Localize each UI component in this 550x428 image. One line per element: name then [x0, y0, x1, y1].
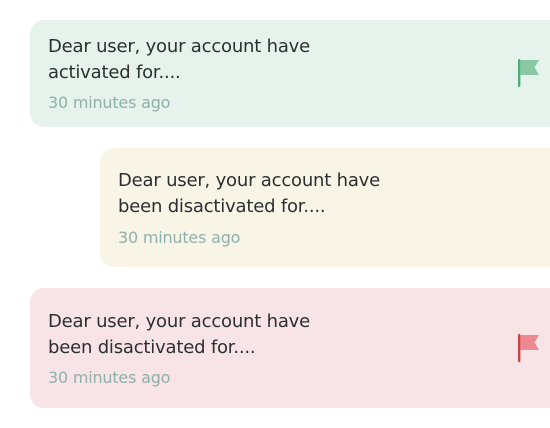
notification-message: Dear user, your account have been disact… — [48, 311, 310, 358]
notification-card-disactivated-flagged[interactable]: Dear user, your account have been disact… — [30, 288, 550, 408]
notification-time: 30 minutes ago — [48, 93, 171, 112]
flag-icon[interactable] — [516, 57, 542, 89]
notification-card-activated[interactable]: Dear user, your account have activated f… — [30, 20, 550, 127]
notification-time: 30 minutes ago — [48, 368, 171, 387]
notification-time: 30 minutes ago — [118, 228, 241, 247]
flag-icon[interactable] — [516, 332, 542, 364]
notification-card-disactivated[interactable]: Dear user, your account have been disact… — [100, 148, 550, 267]
notification-message: Dear user, your account have been disact… — [118, 170, 380, 217]
notification-message: Dear user, your account have activated f… — [48, 36, 310, 83]
